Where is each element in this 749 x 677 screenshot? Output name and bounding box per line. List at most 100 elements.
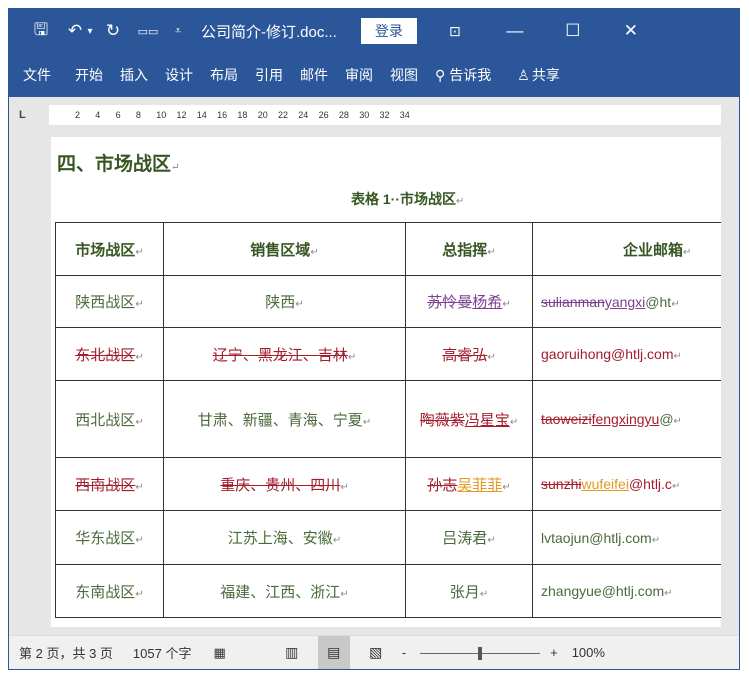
region-cell[interactable]: 陕西战区 <box>55 275 164 328</box>
read-mode-icon[interactable]: ▥ <box>276 636 308 670</box>
email-cell[interactable]: gaoruihong@htlj.com <box>532 327 721 381</box>
commander-cell[interactable]: 孙志吴菲菲 <box>405 457 533 511</box>
email-cell[interactable]: taoweizifengxingyu@ <box>532 380 721 458</box>
ruler-tick: 34 <box>399 110 410 120</box>
ruler-tick: 2 <box>75 110 81 120</box>
email-cell[interactable]: lvtaojun@htlj.com <box>532 510 721 565</box>
area-cell[interactable]: 重庆、贵州、四川 <box>163 457 406 511</box>
deleted-text: taoweizi <box>541 411 592 427</box>
share-button[interactable]: 共享 <box>532 65 560 85</box>
tab-file[interactable]: 文件 <box>23 65 51 85</box>
commander-cell[interactable]: 吕涛君 <box>405 510 533 565</box>
save-icon[interactable]: 🖫 <box>31 17 51 46</box>
ruler-tick: 28 <box>338 110 349 120</box>
cell-text: @ <box>659 411 674 427</box>
zoom-out-button[interactable]: - <box>402 645 406 660</box>
word-count[interactable]: 1057 个字 <box>133 643 192 662</box>
close-icon[interactable]: ✕ <box>619 21 643 41</box>
minimize-icon[interactable]: — <box>503 21 527 41</box>
deleted-text: 陶薇紫 <box>419 411 465 429</box>
email-cell[interactable]: zhangyue@htlj.com <box>532 564 721 618</box>
ruler-tick: 30 <box>359 110 370 120</box>
zoom-slider[interactable] <box>410 636 550 670</box>
tell-me-box[interactable]: 告诉我 <box>449 65 491 85</box>
region-cell[interactable]: 东北战区 <box>55 327 164 381</box>
login-button[interactable]: 登录 <box>360 18 417 44</box>
cell-text: 张月 <box>449 583 480 601</box>
table-row: 陕西战区 陕西 苏怜曼杨希sulianmanyangxi@ht <box>55 275 721 328</box>
area-cell[interactable]: 陕西 <box>163 275 406 328</box>
inserted-text: 冯星宝 <box>464 411 510 429</box>
area-cell[interactable]: 辽宁、黑龙江、吉林 <box>163 327 406 381</box>
commander-cell[interactable]: 高睿弘 <box>405 327 533 381</box>
horizontal-ruler[interactable]: L 2 4 6 8 10 12 14 16 18 20 22 24 26 28 30 32 34 <box>9 101 739 129</box>
tab-selector[interactable]: L <box>19 109 26 121</box>
area-cell[interactable]: 福建、江西、浙江 <box>163 564 406 618</box>
print-layout-icon[interactable]: ▤ <box>317 635 350 669</box>
cell-text: 江苏上海、安徽 <box>227 530 333 547</box>
cell-text: lvtaojun@htlj.com <box>541 529 652 546</box>
ruler-tick: 4 <box>95 110 101 120</box>
zoom-in-button[interactable]: + <box>550 645 558 660</box>
tab-home[interactable]: 开始 <box>75 65 103 85</box>
ruler-bar: 2 4 6 8 10 12 14 16 18 20 22 24 26 28 30 32 34 <box>49 105 721 125</box>
commander-cell[interactable]: 张月 <box>405 564 533 618</box>
table-row: 华东战区 江苏上海、安徽 吕涛君 lvtaojun@htlj.com <box>55 510 721 565</box>
region-cell[interactable]: 东南战区 <box>55 564 164 618</box>
tab-design[interactable]: 设计 <box>165 65 193 85</box>
cell-text: 福建、江西、浙江 <box>220 583 341 601</box>
cell-text: 陕西 <box>265 294 296 311</box>
document-page[interactable]: 四、市场战区 表格 1··市场战区 市场战区 销售区域 总指挥 企业邮箱 陕西战… <box>51 137 721 627</box>
ribbon-display-icon[interactable]: ⊡ <box>443 23 467 40</box>
deleted-text: 高睿弘 <box>442 346 488 364</box>
tab-references[interactable]: 引用 <box>255 65 283 85</box>
table-row: 西北战区甘肃、新疆、青海、宁夏陶薇紫冯星宝taoweizifengxingyu@ <box>55 380 721 458</box>
email-cell[interactable]: sunzhiwufeifei@htlj.c <box>532 457 721 511</box>
table-row: 西南战区 重庆、贵州、四川 孙志吴菲菲sunzhiwufeifei@htlj.c <box>55 457 721 511</box>
cell-text: 甘肃、新疆、青海、宁夏 <box>197 411 363 429</box>
document-title: 公司简介-修订.doc... <box>201 23 337 41</box>
ruler-tick: 14 <box>196 110 207 120</box>
cell-text: 东南战区 <box>75 583 136 601</box>
proofing-icon[interactable]: ▦ <box>213 645 225 661</box>
header-cell: 市场战区 <box>55 222 164 276</box>
undo-dropdown-icon[interactable]: ▾ <box>85 26 95 37</box>
cell-text: 吕涛君 <box>442 530 488 547</box>
region-cell[interactable]: 西南战区 <box>55 457 164 511</box>
area-cell[interactable]: 江苏上海、安徽 <box>163 510 406 565</box>
deleted-text: 重庆、贵州、四川 <box>220 476 341 494</box>
redo-icon[interactable]: ↻ <box>103 21 123 41</box>
touch-mode-icon[interactable]: ▭▭ <box>137 25 159 38</box>
tab-view[interactable]: 视图 <box>390 65 418 85</box>
commander-cell[interactable]: 陶薇紫冯星宝 <box>405 380 533 458</box>
region-cell[interactable]: 华东战区 <box>55 510 164 565</box>
area-cell[interactable]: 甘肃、新疆、青海、宁夏 <box>163 380 406 458</box>
zoom-slider-thumb[interactable] <box>478 646 483 660</box>
maximize-icon[interactable]: ☐ <box>561 21 585 41</box>
commander-cell[interactable]: 苏怜曼杨希 <box>405 275 533 328</box>
header-cell: 总指挥 <box>405 222 533 276</box>
ruler-tick: 18 <box>237 110 248 120</box>
table-row: 东南战区 福建、江西、浙江 张月 zhangyue@htlj.com <box>55 564 721 618</box>
deleted-text: 辽宁、黑龙江、吉林 <box>212 346 348 364</box>
section-heading: 四、市场战区 <box>57 149 179 176</box>
zoom-level[interactable]: 100% <box>572 645 605 660</box>
cell-text: @htlj.c <box>628 476 672 492</box>
customize-toolbar-icon[interactable]: ⩡ <box>173 25 183 38</box>
ruler-tick: 12 <box>176 110 187 120</box>
ruler-tick: 24 <box>298 110 309 120</box>
deleted-text: 西南战区 <box>75 476 136 494</box>
deleted-text: 苏怜曼 <box>427 294 473 311</box>
page-count[interactable]: 第 2 页，共 3 页 <box>19 643 113 662</box>
region-cell[interactable]: 西北战区 <box>55 380 164 458</box>
header-cell: 销售区域 <box>163 222 406 276</box>
undo-icon[interactable]: ↶ <box>65 21 85 41</box>
table-header-row: 市场战区 销售区域 总指挥 企业邮箱 <box>55 222 721 276</box>
tab-insert[interactable]: 插入 <box>120 65 148 85</box>
email-cell[interactable]: sulianmanyangxi@ht <box>532 275 721 328</box>
tab-layout[interactable]: 布局 <box>210 65 238 85</box>
ruler-tick: 22 <box>278 110 289 120</box>
web-layout-icon[interactable]: ▧ <box>360 636 392 670</box>
tab-mailings[interactable]: 邮件 <box>300 65 328 85</box>
tab-review[interactable]: 审阅 <box>345 65 373 85</box>
